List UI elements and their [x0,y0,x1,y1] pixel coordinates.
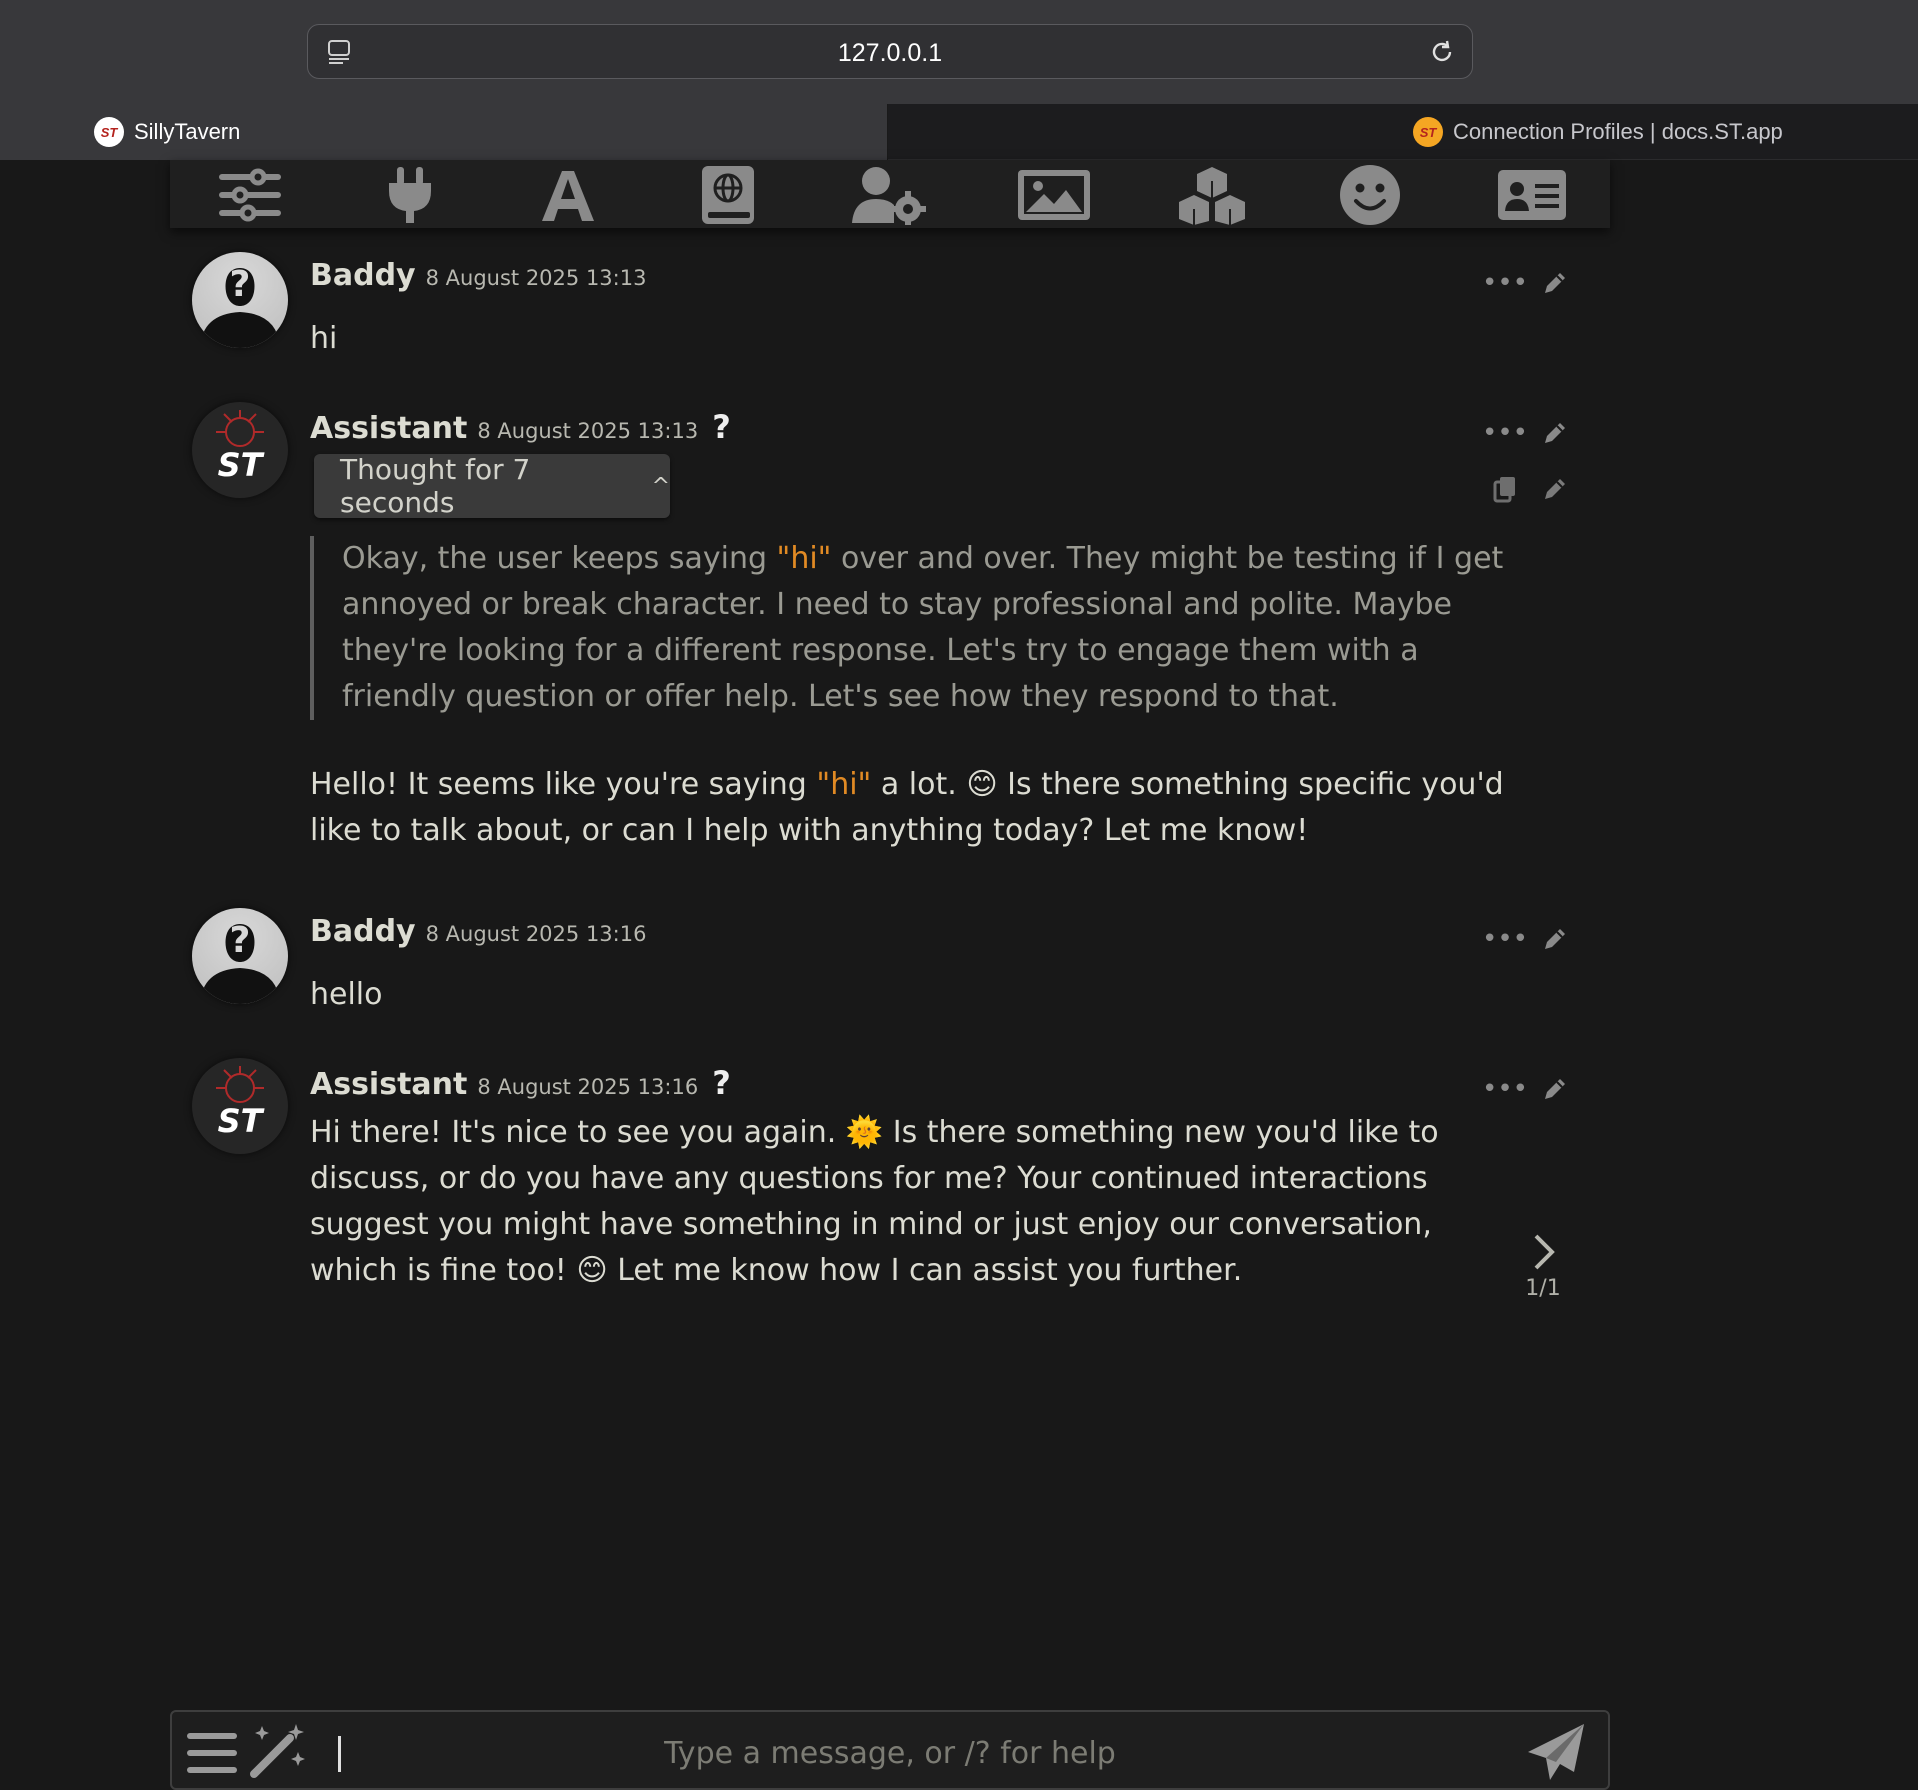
message-author: Assistant 8 August 2025 13:16? [310,1064,731,1102]
more-options-icon[interactable]: ••• [1482,418,1528,448]
help-icon[interactable]: ? [712,408,731,446]
swipe-counter: 1/1 [1525,1276,1561,1301]
message-timestamp: 8 August 2025 13:13 [477,419,699,443]
edit-reasoning-pencil-icon[interactable] [1540,474,1570,504]
message-timestamp: 8 August 2025 13:16 [425,922,647,946]
browser-toolbar: 127.0.0.1 [0,0,1918,104]
assistant-avatar[interactable]: ST [192,1058,288,1154]
chat-container: ? Baddy 8 August 2025 13:13 hi ••• ST Ass… [170,230,1610,1710]
image-icon[interactable] [1014,164,1094,226]
message-input[interactable]: Type a message, or /? for help [172,1736,1608,1771]
tab-connection-profiles[interactable]: ST Connection Profiles | docs.ST.app [890,104,1918,160]
user-avatar[interactable]: ? [192,908,288,1004]
chevron-right-icon[interactable] [1528,1232,1558,1272]
font-icon[interactable] [528,164,608,226]
more-options-icon[interactable]: ••• [1482,1074,1528,1104]
chat-message: ST Assistant 8 August 2025 13:13? Thought… [170,396,1610,876]
message-text: hi [310,321,338,356]
message-author: Baddy 8 August 2025 13:13 [310,258,647,293]
message-input-bar: Type a message, or /? for help [170,1710,1610,1790]
plug-icon[interactable] [370,164,450,226]
cubes-icon[interactable] [1172,164,1252,226]
more-options-icon[interactable]: ••• [1482,268,1528,298]
assistant-avatar[interactable]: ST [192,402,288,498]
svg-text:ST: ST [218,1102,265,1140]
message-author: Assistant 8 August 2025 13:13? [310,408,731,446]
message-author: Baddy 8 August 2025 13:16 [310,914,647,949]
url-text: 127.0.0.1 [837,39,943,67]
edit-pencil-icon[interactable] [1540,268,1570,298]
message-actions: ••• [1482,418,1570,448]
tab-label: Connection Profiles | docs.ST.app [1453,119,1783,144]
tab-sillytavern[interactable]: ST SillyTavern [0,104,888,160]
edit-pencil-icon[interactable] [1540,924,1570,954]
chat-message: ? Baddy 8 August 2025 13:13 hi ••• [170,246,1610,366]
user-avatar[interactable]: ? [192,252,288,348]
thought-toggle-button[interactable]: Thought for 7 seconds ^ [314,453,670,519]
svg-text:?: ? [230,920,251,961]
copy-icon[interactable] [1490,474,1520,504]
reload-icon[interactable] [1428,38,1456,66]
message-actions: ••• [1482,924,1570,954]
message-text: Hello! It seems like you're saying "hi" … [310,767,1504,848]
address-bar[interactable]: 127.0.0.1 [307,24,1473,79]
chat-message: ST Assistant 8 August 2025 13:16? Hi ther… [170,1052,1610,1352]
message-actions: ••• [1482,268,1570,298]
chevron-up-icon: ^ [651,473,670,499]
sliders-icon[interactable] [210,164,290,226]
svg-text:ST: ST [218,446,265,484]
message-actions: ••• [1482,1074,1570,1104]
top-navigation-bar [170,160,1610,228]
help-icon[interactable]: ? [712,1064,731,1102]
message-timestamp: 8 August 2025 13:16 [477,1075,699,1099]
more-options-icon[interactable]: ••• [1482,924,1528,954]
message-text: hello [310,977,383,1012]
world-book-icon[interactable] [688,164,768,226]
message-text: Hi there! It's nice to see you again. 🌞 … [310,1115,1439,1288]
st-docs-favicon-icon: ST [1413,117,1443,147]
edit-pencil-icon[interactable] [1540,1074,1570,1104]
tab-bar: ST SillyTavern ST Connection Profiles | … [0,104,1918,160]
tab-label: SillyTavern [134,119,241,144]
smile-icon[interactable] [1330,164,1410,226]
user-settings-icon[interactable] [850,164,930,226]
chat-message: ? Baddy 8 August 2025 13:16 hello ••• [170,902,1610,1022]
svg-text:?: ? [230,264,251,305]
character-card-icon[interactable] [1492,164,1572,226]
send-icon[interactable] [1526,1722,1586,1786]
message-timestamp: 8 August 2025 13:13 [425,266,647,290]
reasoning-block: Okay, the user keeps saying "hi" over an… [310,536,1510,720]
swipe-right: 1/1 [1518,1232,1568,1301]
reasoning-actions [1490,474,1570,504]
sillytavern-favicon-icon: ST [94,117,124,147]
edit-pencil-icon[interactable] [1540,418,1570,448]
